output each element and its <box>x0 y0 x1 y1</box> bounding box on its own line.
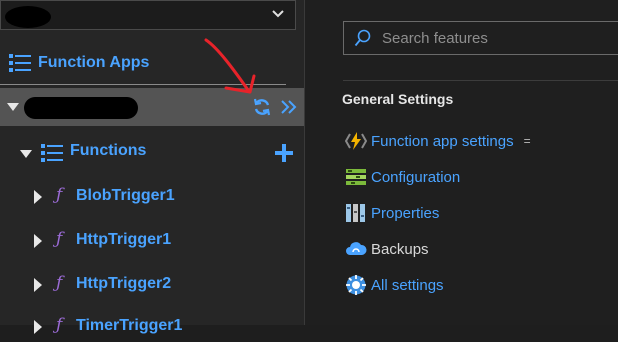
backups-link[interactable]: Backups <box>345 236 429 262</box>
red-arrow-annotation <box>204 38 256 94</box>
function-icon: ƒ <box>56 185 63 205</box>
properties-icon <box>346 204 365 222</box>
configuration-link[interactable]: Configuration <box>345 164 460 190</box>
list-icon <box>9 54 31 72</box>
functions-row[interactable]: Functions <box>0 138 304 168</box>
chevron-down-icon[interactable] <box>271 7 285 21</box>
function-name: TimerTrigger1 <box>76 317 183 334</box>
configuration-icon <box>346 169 366 185</box>
search-icon <box>354 29 371 47</box>
settings-badge: = <box>523 134 531 148</box>
caret-right-icon[interactable] <box>34 278 42 292</box>
configuration-label: Configuration <box>371 168 461 186</box>
all-settings-link[interactable]: All settings <box>345 272 444 298</box>
all-settings-gear-icon <box>346 275 366 295</box>
function-icon: ƒ <box>56 315 63 335</box>
backups-label: Backups <box>371 240 429 258</box>
function-item[interactable]: ƒ HttpTrigger2 <box>0 270 304 300</box>
left-panel: Function Apps Functions ƒ BlobTrigger1 ƒ… <box>0 0 304 335</box>
caret-down-icon[interactable] <box>20 150 32 158</box>
function-apps-label: Function Apps <box>38 54 150 71</box>
function-app-settings-link[interactable]: Function app settings = <box>345 128 531 154</box>
redacted-subscription <box>5 6 51 28</box>
search-features-input[interactable]: Search features <box>343 21 618 55</box>
list-icon <box>41 144 63 162</box>
function-apps-header[interactable]: Function Apps <box>8 48 149 78</box>
function-icon: ƒ <box>56 229 63 249</box>
function-name: BlobTrigger1 <box>76 187 175 204</box>
double-chevron-right-icon[interactable] <box>280 97 298 117</box>
caret-right-icon[interactable] <box>34 234 42 248</box>
caret-right-icon[interactable] <box>34 320 42 334</box>
function-app-settings-label: Function app settings <box>371 132 514 150</box>
functions-label: Functions <box>70 142 147 159</box>
general-settings-title: General Settings <box>342 91 454 107</box>
function-name: HttpTrigger1 <box>76 231 172 248</box>
redacted-app-name <box>24 97 138 119</box>
caret-right-icon[interactable] <box>34 190 42 204</box>
function-app-settings-icon <box>345 132 367 150</box>
function-item[interactable]: ƒ TimerTrigger1 <box>0 312 304 342</box>
properties-label: Properties <box>371 204 440 222</box>
caret-down-icon[interactable] <box>7 103 19 111</box>
function-item[interactable]: ƒ HttpTrigger1 <box>0 226 304 256</box>
subscription-dropdown[interactable] <box>0 0 296 30</box>
backups-cloud-icon <box>346 242 367 255</box>
function-item[interactable]: ƒ BlobTrigger1 <box>0 182 304 212</box>
divider <box>343 80 618 81</box>
function-icon: ƒ <box>56 273 63 293</box>
function-name: HttpTrigger2 <box>76 275 172 292</box>
right-panel: Search features General Settings Functio… <box>305 0 618 325</box>
search-placeholder: Search features <box>382 30 488 47</box>
refresh-icon[interactable] <box>252 97 272 117</box>
properties-link[interactable]: Properties <box>345 200 439 226</box>
all-settings-label: All settings <box>371 276 444 294</box>
add-icon[interactable] <box>274 143 294 163</box>
